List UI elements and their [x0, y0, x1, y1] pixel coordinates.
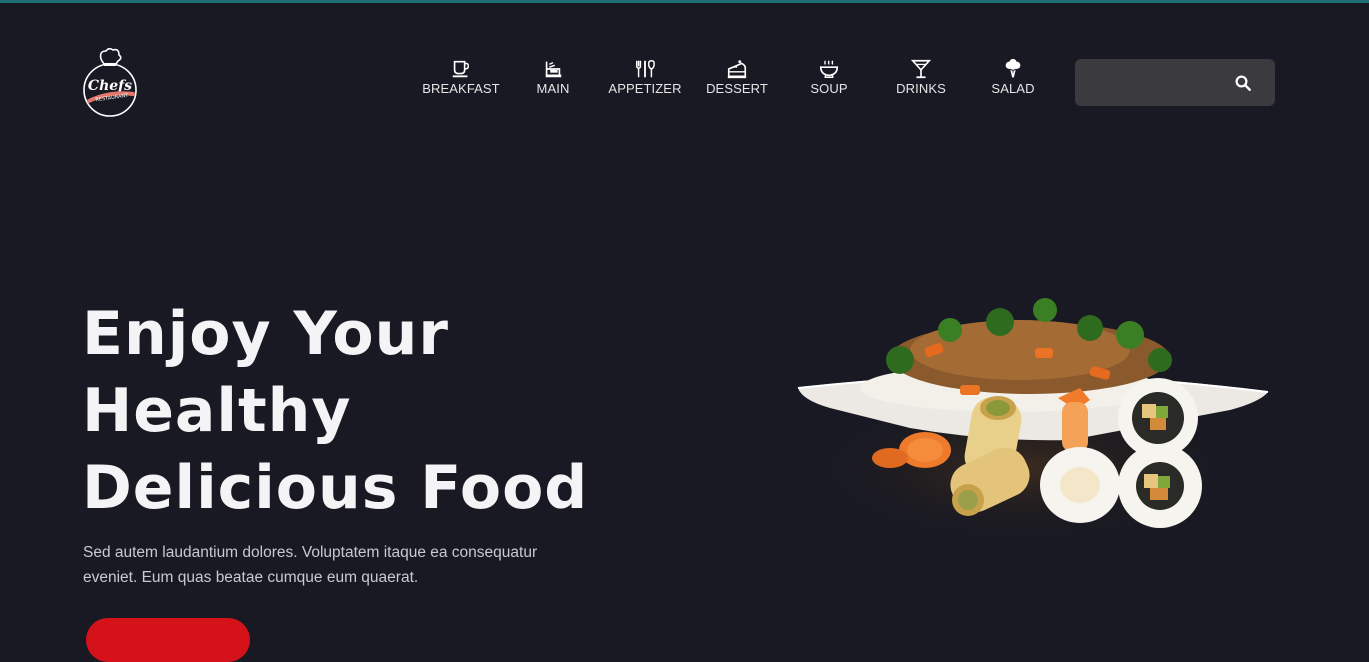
search-icon[interactable]: [1234, 74, 1252, 92]
nav-label-breakfast: BREAKFAST: [422, 81, 500, 96]
coffee-cup-icon: [452, 60, 470, 78]
nav-label-drinks: DRINKS: [896, 81, 946, 96]
nav-item-main[interactable]: MAIN: [506, 58, 600, 96]
hero-title-line3: Delicious Food: [82, 453, 589, 523]
hero-title-line2: Healthy: [82, 376, 352, 446]
utensils-icon: [636, 60, 655, 78]
brand-logo[interactable]: Chefs RESTAURANT: [80, 46, 140, 118]
nav-label-salad: SALAD: [991, 81, 1035, 96]
nav-item-salad[interactable]: SALAD: [968, 58, 1058, 96]
food-platter-image: [797, 298, 1269, 540]
nav-item-soup[interactable]: SOUP: [784, 58, 874, 96]
cocktail-icon: [910, 59, 932, 79]
broccoli-icon: [1005, 58, 1021, 78]
nav-label-soup: SOUP: [810, 81, 848, 96]
svg-text:RESTAURANT: RESTAURANT: [95, 93, 129, 104]
nav-label-dessert: DESSERT: [706, 81, 768, 96]
nav-item-appetizer[interactable]: APPETIZER: [600, 58, 690, 96]
cake-icon: [727, 60, 747, 79]
nav-label-appetizer: APPETIZER: [608, 81, 682, 96]
main-nav: BREAKFAST MAIN APPETIZER DESSERT SOUP DR…: [416, 58, 1058, 106]
nav-label-main: MAIN: [536, 81, 570, 96]
search-input[interactable]: [1087, 69, 1231, 98]
nav-item-breakfast[interactable]: BREAKFAST: [416, 58, 506, 96]
main-dish-icon: [545, 61, 562, 78]
chef-hat-logo: Chefs RESTAURANT: [83, 47, 137, 117]
hero-description: Sed autem laudantium dolores. Voluptatem…: [83, 544, 538, 586]
nav-item-dessert[interactable]: DESSERT: [690, 58, 784, 96]
hero-title-line1: Enjoy Your: [82, 299, 449, 369]
hero-title: Enjoy Your Healthy Delicious Food: [82, 296, 642, 527]
nav-item-drinks[interactable]: DRINKS: [874, 58, 968, 96]
soup-bowl-icon: [819, 60, 839, 78]
